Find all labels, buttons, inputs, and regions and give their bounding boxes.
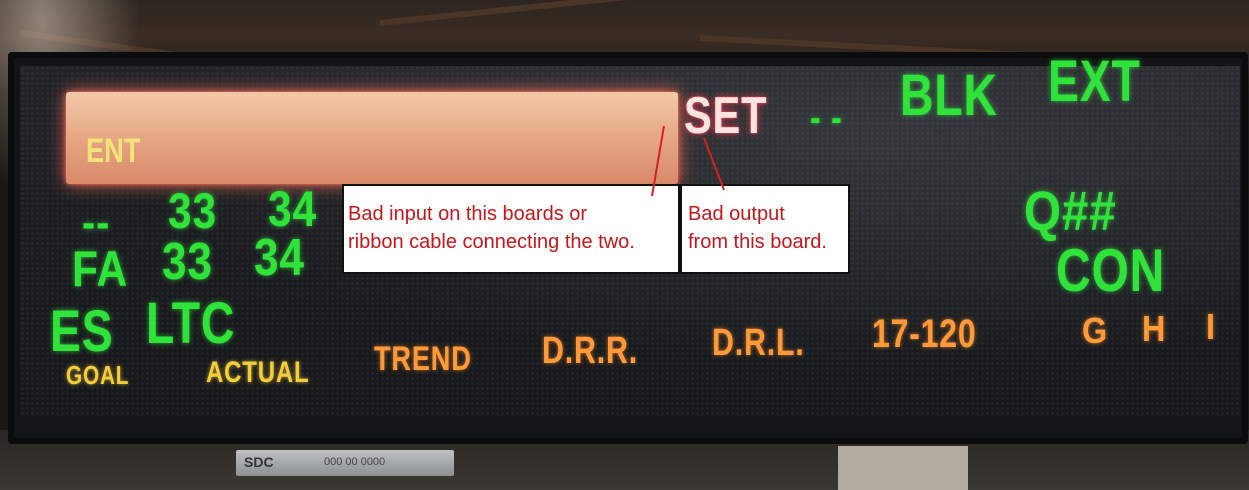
input-pointer-line (651, 125, 665, 197)
photo-scene: ENT SET - - BLK EXT -- 33 34 FA 33 34 ES… (0, 0, 1249, 490)
output-pointer-line (703, 137, 725, 191)
annotation-lines (651, 125, 725, 197)
